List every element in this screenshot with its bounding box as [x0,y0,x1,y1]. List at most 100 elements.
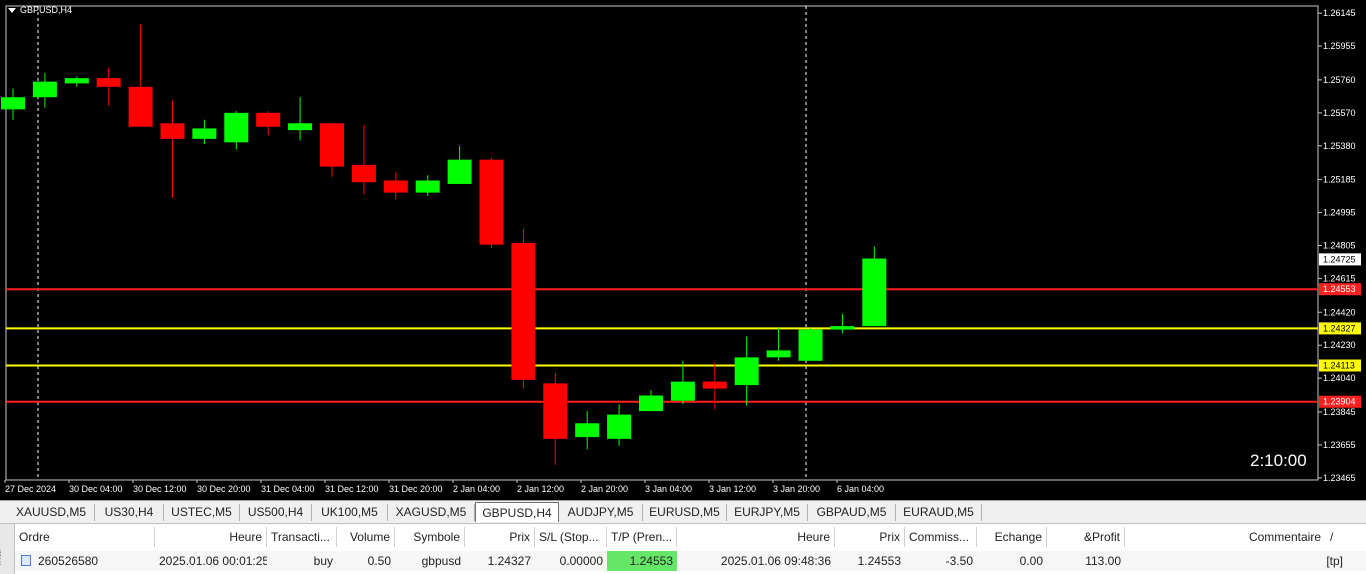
candle-body[interactable] [192,128,217,139]
time-axis-label: 3 Jan 12:00 [709,484,756,494]
tab-euraud-m5[interactable]: EURAUD,M5 [896,504,982,521]
candle-body[interactable] [734,357,759,386]
chart-menu-arrow-icon[interactable] [8,8,16,13]
chart-tab-bar: XAUUSD,M5 US30,H4 USTEC,M5 US500,H4 UK10… [0,500,1366,523]
time-axis-label: 31 Dec 04:00 [261,484,315,494]
tab-uk100-m5[interactable]: UK100,M5 [312,504,388,521]
candle-body[interactable] [479,159,504,245]
column-header-order[interactable]: Ordre [15,527,155,547]
tab-ustec-m5[interactable]: USTEC,M5 [164,504,240,521]
candle-body[interactable] [702,381,727,389]
price-axis-label: 1.24040 [1323,373,1356,383]
candle-countdown: 2:10:00 [1250,451,1307,470]
tab-xauusd-m5[interactable]: XAUUSD,M5 [8,504,95,521]
candle-body[interactable] [798,329,823,361]
candle-body[interactable] [32,81,57,98]
tab-eurjpy-m5[interactable]: EURJPY,M5 [727,504,808,521]
column-header-sl[interactable]: S/L (Stop... [535,527,607,547]
price-axis-label: 1.24995 [1323,208,1356,218]
candle-body[interactable] [766,350,791,358]
sort-indicator: / [1330,530,1334,544]
time-axis-label: 31 Dec 20:00 [389,484,443,494]
candle-body[interactable] [64,78,89,84]
level-price-label: 1.24553 [1323,284,1356,294]
chart-panel[interactable]: 1.26145 1.25955 1.25760 1.25570 1.25380 1.251… [0,0,1366,500]
terminal-side-tab[interactable]: inal [0,524,15,574]
level-price-label: 1.24113 [1323,360,1355,370]
candle-body[interactable] [224,112,249,143]
column-header-swap[interactable]: Echange [977,527,1047,547]
order-document-icon [21,555,31,566]
tab-eurusd-m5[interactable]: EURUSD,M5 [643,504,727,521]
time-axis-label: 2 Jan 12:00 [517,484,564,494]
time-axis-label: 2 Jan 20:00 [581,484,628,494]
candle-body[interactable] [415,180,440,193]
column-header-comment[interactable]: Commentaire [1125,527,1325,547]
price-axis-label: 1.24420 [1323,307,1356,317]
price-axis-label: 1.25380 [1323,141,1356,151]
cell-sl: 0.00000 [559,554,603,568]
time-axis-label: 3 Jan 20:00 [773,484,820,494]
cell-swap: 0.00 [1019,554,1043,568]
column-header-close-price[interactable]: Prix [835,527,905,547]
candle-body[interactable] [128,86,153,127]
candle-body[interactable] [639,395,663,412]
candle-body[interactable] [511,242,536,380]
time-axis-label: 6 Jan 04:00 [837,484,884,494]
price-axis-label: 1.23465 [1323,473,1356,483]
column-header-commission[interactable]: Commiss... [905,527,977,547]
candle-body[interactable] [320,123,344,167]
candle-body[interactable] [543,383,568,439]
column-header-open-price[interactable]: Prix [465,527,535,547]
cell-profit: 113.00 [1085,554,1121,568]
time-axis-label: 27 Dec 2024 [5,484,56,494]
candle-body[interactable] [160,123,185,139]
candle-body[interactable] [256,112,281,127]
candle-body[interactable] [351,164,376,183]
column-header-symbol[interactable]: Symbole [395,527,465,547]
chart-symbol-title: GBPUSD,H4 [20,5,73,15]
column-header-close-time[interactable]: Heure [677,527,835,547]
price-axis-label: 1.24230 [1323,340,1356,350]
tab-audjpy-m5[interactable]: AUDJPY,M5 [559,504,643,521]
candle-body[interactable] [670,381,695,401]
candle-body[interactable] [383,180,408,193]
cell-commission: -3.50 [945,554,973,568]
time-axis-label: 31 Dec 12:00 [325,484,379,494]
column-header-profit[interactable]: &Profit [1047,527,1125,547]
price-axis-label: 1.25570 [1323,108,1356,118]
candle-body[interactable] [447,159,472,184]
tab-us30-h4[interactable]: US30,H4 [95,504,164,521]
candle-body[interactable] [1,97,25,110]
candle-body[interactable] [607,414,632,439]
level-price-label: 1.23904 [1323,397,1356,407]
terminal-side-label: inal [0,549,4,566]
price-axis-label: 1.23845 [1323,407,1356,417]
candle-body[interactable] [96,78,121,87]
candle-body[interactable] [575,423,600,438]
tab-gbpusd-h4[interactable]: GBPUSD,H4 [475,502,559,522]
cell-open-price: 1.24327 [487,554,531,568]
tab-us500-h4[interactable]: US500,H4 [240,504,312,521]
candle-body[interactable] [830,326,855,330]
cell-close-price: 1.24553 [857,554,901,568]
cell-symbol: gbpusd [421,554,461,568]
column-header-open-time[interactable]: Heure [155,527,267,547]
price-axis-label: 1.25760 [1323,75,1356,85]
candlestick-chart[interactable]: 1.26145 1.25955 1.25760 1.25570 1.25380 1.251… [0,0,1366,500]
terminal-panel: inal Ordre Heure Transacti... Volume Sym… [0,523,1366,574]
current-price-label: 1.24725 [1323,254,1356,264]
cell-volume: 0.50 [367,554,391,568]
time-axis-label: 30 Dec 12:00 [133,484,187,494]
tab-gbpaud-m5[interactable]: GBPAUD,M5 [808,504,896,521]
column-header-type[interactable]: Transacti... [267,527,337,547]
price-axis-label: 1.23655 [1323,440,1356,450]
column-header-volume[interactable]: Volume [337,527,395,547]
time-axis-label: 3 Jan 04:00 [645,484,692,494]
tab-xagusd-m5[interactable]: XAGUSD,M5 [388,504,475,521]
price-axis-label: 1.25955 [1323,41,1356,51]
candle-body[interactable] [862,258,887,327]
column-header-tp[interactable]: T/P (Pren... [607,527,677,547]
cell-open-time: 2025.01.06 00:01:25 [159,554,267,568]
candle-body[interactable] [288,123,313,131]
